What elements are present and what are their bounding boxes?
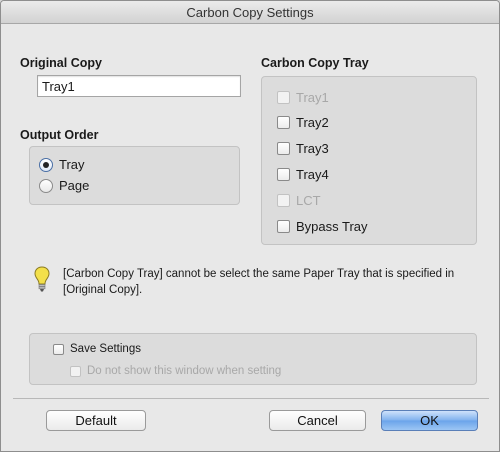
check-tray1-label: Tray1 xyxy=(296,90,329,105)
check-lct-box[interactable] xyxy=(277,194,290,207)
original-copy-label: Original Copy xyxy=(20,56,102,70)
check-tray4-box[interactable] xyxy=(277,168,290,181)
check-save-settings-label: Save Settings xyxy=(70,343,141,355)
check-save-settings[interactable]: Save Settings xyxy=(53,343,141,355)
check-tray3[interactable]: Tray3 xyxy=(277,141,329,156)
check-tray1-box[interactable] xyxy=(277,91,290,104)
lightbulb-icon xyxy=(34,266,50,294)
check-tray2-box[interactable] xyxy=(277,116,290,129)
default-button[interactable]: Default xyxy=(46,410,146,431)
output-order-label: Output Order xyxy=(20,128,99,142)
ok-button[interactable]: OK xyxy=(381,410,478,431)
radio-page[interactable]: Page xyxy=(39,178,89,193)
check-tray4-label: Tray4 xyxy=(296,167,329,182)
check-lct[interactable]: LCT xyxy=(277,193,321,208)
check-tray1[interactable]: Tray1 xyxy=(277,90,329,105)
check-tray3-label: Tray3 xyxy=(296,141,329,156)
check-bypass-tray[interactable]: Bypass Tray xyxy=(277,219,368,234)
radio-tray[interactable]: Tray xyxy=(39,157,85,172)
save-settings-group: Save Settings Do not show this window wh… xyxy=(29,333,477,385)
carbon-copy-settings-window: Carbon Copy Settings Original Copy Tray1… xyxy=(0,0,500,452)
check-bypass-tray-box[interactable] xyxy=(277,220,290,233)
check-do-not-show[interactable]: Do not show this window when setting xyxy=(70,365,281,377)
output-order-group: Tray Page xyxy=(29,146,240,205)
note-text: [Carbon Copy Tray] cannot be select the … xyxy=(63,268,455,296)
check-lct-label: LCT xyxy=(296,193,321,208)
footer-separator xyxy=(13,398,489,399)
check-bypass-tray-label: Bypass Tray xyxy=(296,219,368,234)
check-tray2-label: Tray2 xyxy=(296,115,329,130)
carbon-copy-tray-label: Carbon Copy Tray xyxy=(261,56,369,70)
radio-page-button[interactable] xyxy=(39,178,53,193)
original-copy-field[interactable]: Tray1 xyxy=(37,75,241,97)
radio-tray-label: Tray xyxy=(59,157,85,172)
check-tray2[interactable]: Tray2 xyxy=(277,115,329,130)
check-do-not-show-label: Do not show this window when setting xyxy=(87,365,282,377)
radio-page-label: Page xyxy=(59,178,90,193)
check-tray3-box[interactable] xyxy=(277,142,290,155)
check-tray4[interactable]: Tray4 xyxy=(277,167,329,182)
check-save-settings-box[interactable] xyxy=(53,343,64,355)
cancel-button[interactable]: Cancel xyxy=(269,410,366,431)
carbon-copy-tray-group: Tray1 Tray2 Tray3 Tray4 LCT Bypass Tray xyxy=(261,76,477,245)
radio-tray-button[interactable] xyxy=(39,157,53,172)
check-do-not-show-box[interactable] xyxy=(70,365,81,377)
window-title: Carbon Copy Settings xyxy=(1,1,499,24)
